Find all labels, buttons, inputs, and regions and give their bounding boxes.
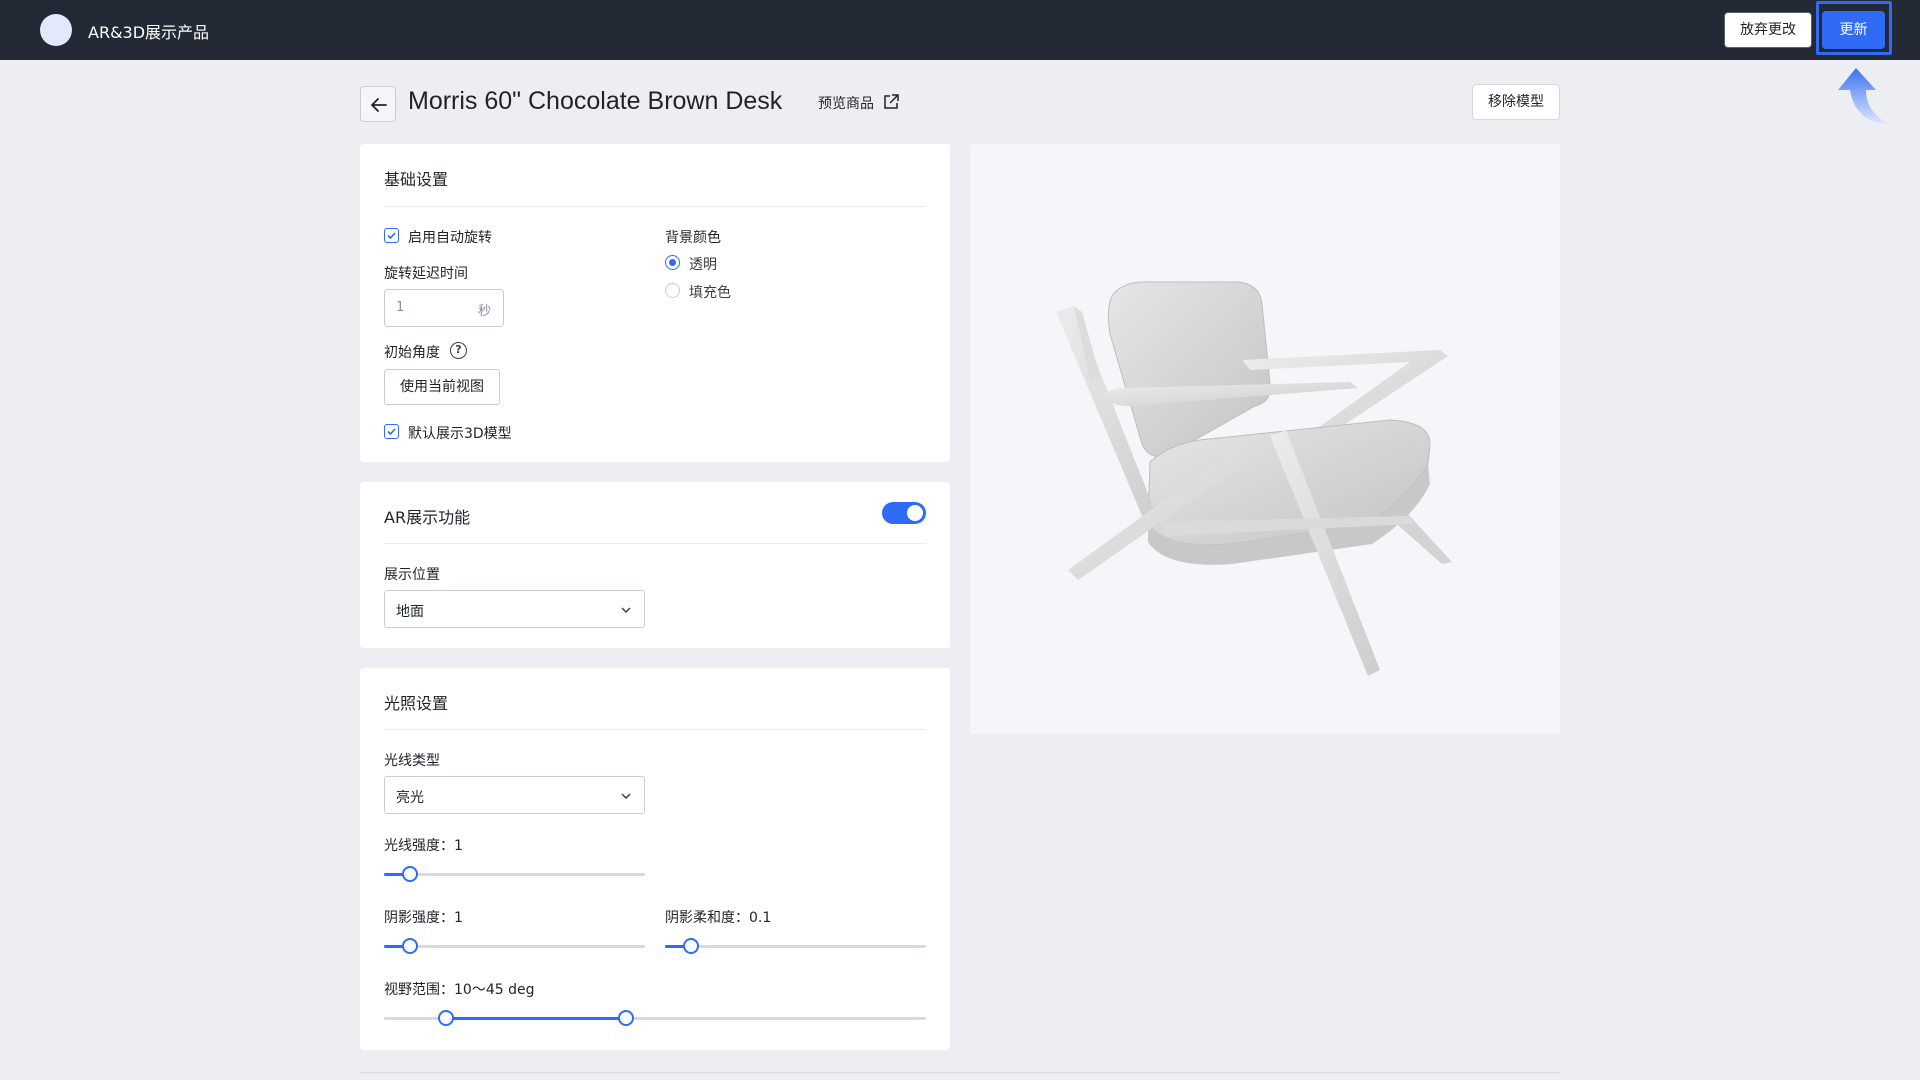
bg-transparent-radio[interactable] [665, 255, 680, 270]
bg-option-label: 填充色 [689, 285, 731, 301]
chevron-down-icon [621, 607, 631, 614]
preview-product-link[interactable]: 预览商品 [818, 93, 874, 113]
auto-rotate-label: 启用自动旋转 [408, 230, 492, 246]
use-current-view-button[interactable]: 使用当前视图 [384, 369, 500, 405]
top-bar: AR&3D展示产品 放弃更改 更新 [0, 0, 1920, 60]
rotate-delay-unit: 秒 [477, 304, 491, 319]
rotate-delay-value: 1 [396, 300, 405, 315]
divider [384, 543, 926, 544]
rotate-delay-input[interactable]: 1 秒 [384, 289, 504, 327]
shadow-softness-track[interactable] [665, 945, 926, 948]
bg-option-label: 透明 [689, 257, 717, 273]
chevron-down-icon [621, 793, 631, 800]
default-3d-checkbox[interactable] [384, 424, 399, 439]
shadow-softness-label: 阴影柔和度：0.1 [665, 910, 772, 926]
model-viewer[interactable] [970, 144, 1560, 734]
light-intensity-track[interactable] [384, 873, 645, 876]
update-button[interactable]: 更新 [1822, 11, 1885, 49]
position-select[interactable]: 地面 [384, 590, 645, 628]
light-type-label: 光线类型 [384, 753, 440, 769]
light-intensity-label: 光线强度：1 [384, 838, 463, 854]
bg-color-label: 背景颜色 [665, 230, 721, 246]
position-select-value: 地面 [396, 604, 424, 620]
card-title: 基础设置 [384, 170, 449, 189]
discard-changes-button[interactable]: 放弃更改 [1724, 12, 1812, 48]
light-type-select-value: 亮光 [396, 790, 424, 806]
page-title: Morris 60" Chocolate Brown Desk [408, 87, 783, 115]
ar-toggle-switch[interactable] [882, 502, 926, 524]
light-intensity-thumb[interactable] [402, 866, 418, 882]
app-title: AR&3D展示产品 [88, 23, 210, 42]
card-title: 光照设置 [384, 694, 449, 713]
app-logo [40, 14, 72, 46]
default-3d-label: 默认展示3D模型 [408, 426, 512, 442]
remove-model-button[interactable]: 移除模型 [1472, 84, 1560, 120]
auto-rotate-checkbox[interactable] [384, 228, 399, 243]
question-circle-icon[interactable]: ? [450, 342, 467, 359]
divider [384, 206, 926, 207]
back-button[interactable] [360, 86, 396, 122]
page-bottom-divider [360, 1072, 1560, 1073]
rotate-delay-label: 旋转延迟时间 [384, 266, 468, 282]
shadow-intensity-label: 阴影强度：1 [384, 910, 463, 926]
check-icon [387, 232, 396, 240]
shadow-softness-thumb[interactable] [683, 938, 699, 954]
external-link-icon[interactable] [882, 93, 900, 111]
fov-fill [446, 1017, 626, 1020]
check-icon [387, 428, 396, 436]
chair-model-image [1056, 281, 1452, 676]
divider [384, 729, 926, 730]
shadow-intensity-thumb[interactable] [402, 938, 418, 954]
ar-settings-card: AR展示功能 展示位置 地面 [360, 482, 950, 648]
lighting-settings-card: 光照设置 光线类型 亮光 光线强度：1 阴影强度：1 阴影柔和度：0.1 视野范… [360, 668, 950, 1050]
fov-min-thumb[interactable] [438, 1010, 454, 1026]
basic-settings-card: 基础设置 启用自动旋转 旋转延迟时间 1 秒 初始角度 ? 使用当前视图 默认展… [360, 144, 950, 462]
bg-fill-radio[interactable] [665, 283, 680, 298]
card-title: AR展示功能 [384, 508, 471, 527]
light-type-select[interactable]: 亮光 [384, 776, 645, 814]
shadow-intensity-track[interactable] [384, 945, 645, 948]
initial-angle-label: 初始角度 [384, 345, 440, 361]
curved-arrow-up-icon [1826, 66, 1892, 130]
arrow-left-icon [371, 98, 387, 112]
position-label: 展示位置 [384, 567, 440, 583]
fov-label: 视野范围：10～45 deg [384, 982, 535, 998]
fov-max-thumb[interactable] [618, 1010, 634, 1026]
